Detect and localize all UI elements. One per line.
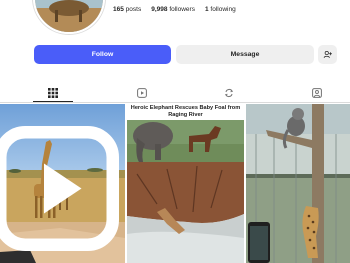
profile-avatar[interactable] (33, 0, 105, 34)
post-image-elephant-foal (127, 104, 244, 263)
grid-icon (48, 88, 58, 98)
posts-stat[interactable]: 165 posts (113, 6, 141, 13)
tabs-divider (0, 102, 350, 103)
tab-reposts[interactable] (219, 84, 239, 102)
followers-stat[interactable]: 9,998 followers (151, 6, 195, 13)
post-tile[interactable] (246, 104, 350, 263)
follow-button[interactable]: Follow (34, 45, 171, 64)
post-caption: Heroic Elephant Rescues Baby Foal from R… (127, 104, 244, 120)
tab-grid[interactable] (43, 84, 63, 102)
reels-icon (137, 88, 147, 98)
add-user-button[interactable] (318, 45, 337, 64)
profile-stats: 165 posts 9,998 followers 1 following (113, 6, 236, 13)
reel-badge-icon (0, 126, 119, 251)
following-stat[interactable]: 1 following (205, 6, 236, 13)
post-tile[interactable]: Heroic Elephant Rescues Baby Foal from R… (127, 104, 244, 263)
profile-tabs (0, 84, 350, 102)
tagged-icon (312, 88, 322, 98)
tab-tagged[interactable] (307, 84, 327, 102)
post-tile[interactable] (0, 104, 125, 263)
avatar-image (35, 0, 103, 32)
tab-reels[interactable] (132, 84, 152, 102)
repost-icon (224, 88, 234, 98)
message-button[interactable]: Message (176, 45, 314, 64)
post-image-monkey-jaguar (246, 104, 350, 263)
add-user-icon (323, 50, 332, 58)
